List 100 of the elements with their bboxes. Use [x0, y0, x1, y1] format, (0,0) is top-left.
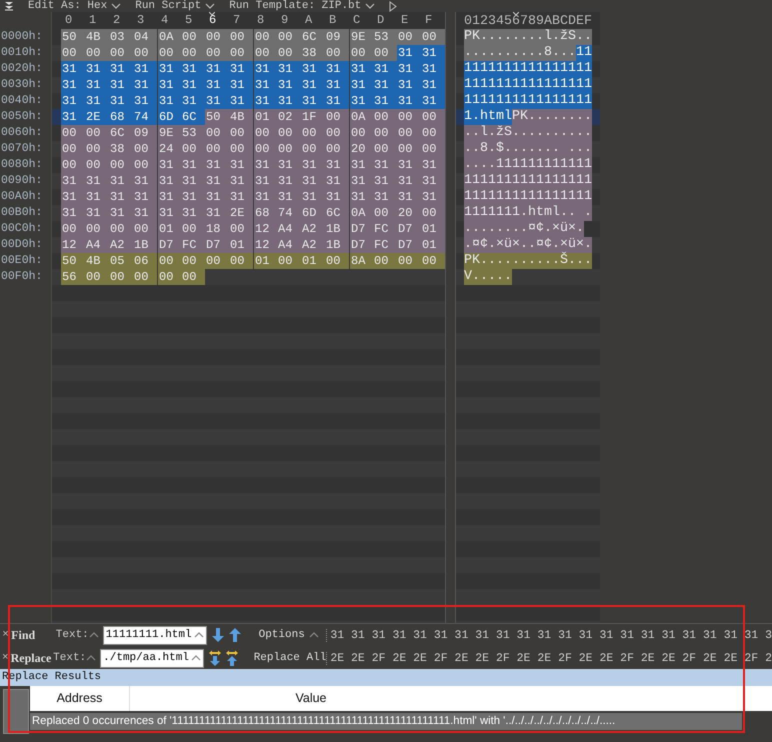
hex-byte[interactable]: 31 [109, 189, 133, 205]
hex-byte[interactable]: 31 [421, 45, 445, 61]
hex-byte[interactable]: 31 [181, 205, 205, 221]
hex-byte[interactable]: 31 [181, 61, 205, 77]
hex-byte[interactable]: 4B [85, 253, 109, 269]
hex-byte[interactable]: 31 [61, 77, 85, 93]
hex-byte[interactable]: D7 [397, 237, 421, 253]
hex-byte[interactable]: 00 [325, 45, 349, 61]
toolbar-menu[interactable]: Run Template: ZIP.bt [229, 0, 362, 12]
hex-byte[interactable]: 04 [133, 29, 157, 45]
arrow-up-icon[interactable] [228, 627, 242, 643]
hex-byte[interactable]: 00 [229, 125, 253, 141]
hex-byte[interactable]: 31 [325, 173, 349, 189]
hex-byte[interactable]: 6C [181, 109, 205, 125]
play-icon[interactable] [389, 0, 398, 12]
hex-byte[interactable]: 00 [325, 109, 349, 125]
hex-byte[interactable]: 31 [133, 205, 157, 221]
hex-byte[interactable]: A2 [301, 237, 325, 253]
byte-range[interactable]: 50 4B 01 02 1F 00 0A 00 00 00 [205, 109, 445, 125]
hex-byte[interactable]: 12 [61, 237, 85, 253]
hex-byte[interactable]: 00 [421, 125, 445, 141]
ascii-text[interactable]: 1111111111111111 [464, 77, 592, 93]
hex-byte[interactable]: 00 [373, 125, 397, 141]
hex-byte[interactable]: 31 [421, 189, 445, 205]
hex-byte[interactable]: 00 [85, 221, 109, 237]
chevron-up-icon[interactable] [88, 631, 99, 639]
hex-byte[interactable]: 31 [205, 173, 229, 189]
options-button[interactable]: Options [258, 629, 305, 641]
ascii-text[interactable]: ........¤¢.×ü×. [464, 221, 584, 237]
hex-byte[interactable]: 00 [301, 141, 325, 157]
hex-byte[interactable]: 00 [229, 29, 253, 45]
hex-byte[interactable]: 31 [325, 61, 349, 77]
hex-byte[interactable]: 1B [133, 237, 157, 253]
hex-byte[interactable]: 01 [421, 237, 445, 253]
chevron-up-icon[interactable] [86, 654, 96, 662]
hex-byte[interactable]: 74 [133, 109, 157, 125]
ascii-text[interactable]: .¤¢.×ü×..¤¢.×ü×. [464, 237, 592, 253]
hex-byte[interactable]: 31 [229, 189, 253, 205]
hex-byte[interactable]: A2 [301, 221, 325, 237]
hex-byte[interactable]: 00 [133, 141, 157, 157]
hex-byte[interactable]: 2E [85, 109, 109, 125]
hex-byte[interactable]: 31 [421, 173, 445, 189]
hex-byte[interactable]: 31 [397, 61, 421, 77]
hex-byte[interactable]: 00 [61, 157, 85, 173]
hex-byte[interactable]: 31 [421, 157, 445, 173]
hex-byte[interactable]: 38 [109, 141, 133, 157]
hex-byte[interactable]: 00 [373, 141, 397, 157]
hex-byte[interactable]: 00 [229, 45, 253, 61]
hex-byte[interactable]: 31 [133, 189, 157, 205]
hex-byte[interactable]: 00 [205, 29, 229, 45]
hex-byte[interactable]: 31 [85, 173, 109, 189]
chevron-up-icon[interactable] [308, 631, 319, 639]
hex-byte[interactable]: 56 [61, 269, 85, 285]
hex-byte[interactable]: 31 [229, 77, 253, 93]
hex-byte[interactable]: 31 [373, 77, 397, 93]
toolbar-menu[interactable]: Edit As: Hex [28, 0, 108, 12]
hex-byte[interactable]: 31 [133, 93, 157, 109]
byte-range[interactable]: 31 31 31 31 31 31 31 31 31 31 31 31 31 31 31 31 [61, 93, 445, 109]
chevron-down-icon[interactable] [205, 2, 216, 10]
hex-byte[interactable]: 00 [181, 253, 205, 269]
hex-byte[interactable]: 31 [133, 173, 157, 189]
text-field[interactable]: ./tmp/aa.html [100, 648, 204, 668]
hex-byte[interactable]: D7 [205, 237, 229, 253]
chevron-up-icon[interactable] [194, 631, 204, 639]
swap-up-icon[interactable] [225, 650, 240, 666]
hex-byte[interactable]: 31 [85, 77, 109, 93]
hex-byte[interactable]: 31 [301, 157, 325, 173]
hex-byte[interactable]: 00 [181, 45, 205, 61]
hex-byte[interactable]: 00 [277, 141, 301, 157]
hex-byte[interactable]: 50 [61, 253, 85, 269]
hex-byte[interactable]: 00 [397, 109, 421, 125]
hex-byte[interactable]: 06 [133, 253, 157, 269]
ascii-text[interactable]: 1111111111111111 [464, 189, 592, 205]
hex-byte[interactable]: 31 [373, 189, 397, 205]
hex-byte[interactable]: 05 [109, 253, 133, 269]
ascii-text[interactable]: PK........l.žS.. [464, 29, 592, 45]
hex-byte[interactable]: 01 [301, 253, 325, 269]
hex-byte[interactable]: 31 [133, 77, 157, 93]
hex-byte[interactable]: 31 [301, 189, 325, 205]
hex-byte[interactable]: 00 [229, 221, 253, 237]
hex-byte[interactable]: 31 [301, 173, 325, 189]
hex-byte[interactable]: 00 [133, 221, 157, 237]
hex-byte[interactable]: D7 [397, 221, 421, 237]
hex-byte[interactable]: 31 [205, 93, 229, 109]
chevron-down-icon[interactable] [365, 2, 376, 10]
hex-byte[interactable]: FC [373, 221, 397, 237]
hex-byte[interactable]: FC [181, 237, 205, 253]
byte-range[interactable]: 00 00 00 00 00 00 00 00 00 00 38 00 00 00 [61, 45, 397, 61]
hex-byte[interactable]: 31 [373, 157, 397, 173]
hex-byte[interactable]: 31 [181, 93, 205, 109]
hex-byte[interactable]: 00 [373, 45, 397, 61]
ascii-text[interactable]: PK..........Š... [464, 253, 592, 269]
hex-byte[interactable]: A4 [277, 221, 301, 237]
hex-byte[interactable]: 50 [205, 109, 229, 125]
hex-byte[interactable]: 31 [421, 77, 445, 93]
byte-range[interactable]: 31 2E 68 74 6D 6C [61, 109, 205, 125]
hex-byte[interactable]: 31 [229, 173, 253, 189]
hex-byte[interactable]: 00 [109, 157, 133, 173]
hex-byte[interactable]: 31 [205, 157, 229, 173]
hex-byte[interactable]: 20 [397, 205, 421, 221]
